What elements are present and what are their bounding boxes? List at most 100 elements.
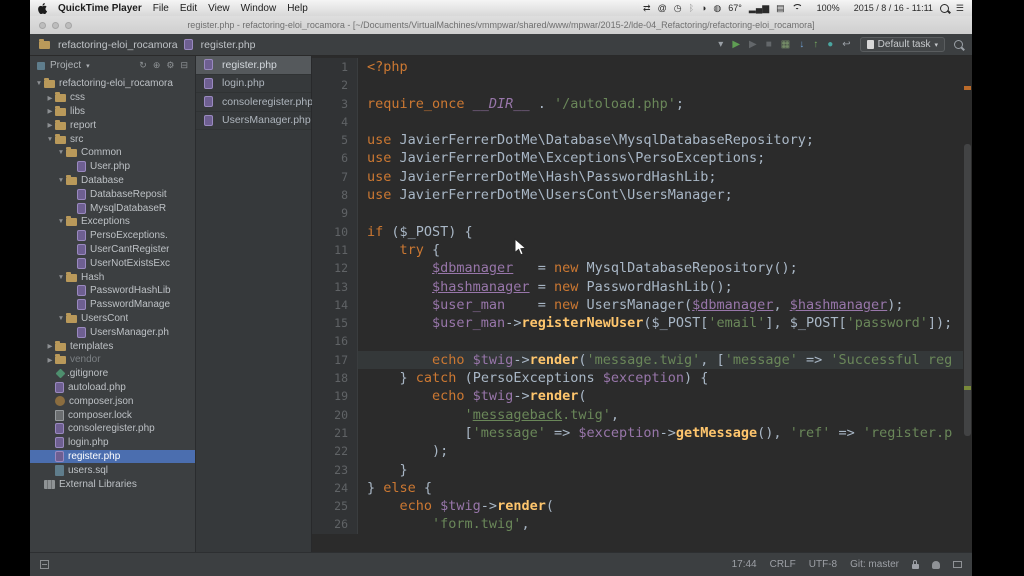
tree-item-database[interactable]: ▼Database [30,174,195,188]
tree-item-users-sql[interactable]: users.sql [30,463,195,477]
line-number[interactable]: 9 [312,204,358,222]
code-line[interactable]: 10if ($_POST) { [312,223,963,241]
line-number[interactable]: 1 [312,58,358,76]
tree-item-vendor[interactable]: ▶vendor [30,353,195,367]
line-number[interactable]: 15 [312,314,358,332]
tree-item-external-libraries[interactable]: External Libraries [30,477,195,491]
chevron-right-icon[interactable]: ▶ [45,121,55,129]
tree-item-exceptions[interactable]: ▼Exceptions [30,215,195,229]
datetime[interactable]: 2015 / 8 / 16 - 11:11 [854,3,933,13]
code-line[interactable]: 2 [312,76,963,94]
tree-item-gitignore[interactable]: .gitignore [30,367,195,381]
project-view-dropdown-icon[interactable]: ▾ [86,62,90,70]
tree-item-userscont[interactable]: ▼UsersCont [30,312,195,326]
wifi-icon[interactable] [792,4,803,12]
tree-item-databasereposit[interactable]: DatabaseReposit [30,187,195,201]
editor-scrollbar-thumb[interactable] [964,144,971,436]
chevron-down-icon[interactable]: ▼ [56,177,66,184]
line-number[interactable]: 22 [312,442,358,460]
tab-consoleregister-php[interactable]: consoleregister.php [196,93,311,112]
breadcrumb-item-register-php[interactable]: register.php [184,39,256,51]
undo-button[interactable]: ↩ [842,40,850,50]
locate-button[interactable]: ⊕ [153,60,161,71]
chevron-right-icon[interactable]: ▶ [45,356,55,364]
error-stripe-mark[interactable] [964,86,971,90]
code-line[interactable]: 4 [312,113,963,131]
run-config-dropdown[interactable]: ▾ [718,40,723,50]
update-project-button[interactable]: ↓ [799,40,804,50]
tree-item-refactoring-eloi-rocamora[interactable]: ▼refactoring-eloi_rocamora [30,77,195,91]
tree-item-login-php[interactable]: login.php [30,436,195,450]
breadcrumb-item-refactoring-eloi-rocamora[interactable]: refactoring-eloi_rocamora [39,39,178,51]
debug-button[interactable]: ▶ [749,40,757,50]
readonly-lock-icon[interactable] [912,564,919,569]
commit-button[interactable]: ↑ [813,40,818,50]
tree-item-composer-json[interactable]: composer.json [30,394,195,408]
menu-window[interactable]: Window [241,3,277,14]
chevron-right-icon[interactable]: ▶ [45,94,55,102]
refresh-button[interactable]: ↻ [139,60,147,71]
menu-edit[interactable]: Edit [180,3,197,14]
warning-stripe-mark[interactable] [964,386,971,390]
tree-item-user-php[interactable]: User.php [30,160,195,174]
tree-item-templates[interactable]: ▶templates [30,339,195,353]
code-line[interactable]: 9 [312,204,963,222]
run-button[interactable]: ▶ [732,40,740,50]
line-number[interactable]: 12 [312,259,358,277]
chevron-right-icon[interactable]: ▶ [45,107,55,115]
chevron-down-icon[interactable]: ▼ [34,80,44,87]
tree-item-persoexceptions[interactable]: PersoExceptions. [30,229,195,243]
temperature[interactable]: 67° [728,3,742,13]
tab-login-php[interactable]: login.php [196,75,311,94]
line-number[interactable]: 16 [312,332,358,350]
chevron-down-icon[interactable]: ▼ [56,274,66,281]
line-separator[interactable]: CRLF [770,559,796,570]
tree-item-composer-lock[interactable]: composer.lock [30,408,195,422]
code-line[interactable]: 8use JavierFerrerDotMe\UsersCont\UsersMa… [312,186,963,204]
close-window-button[interactable] [39,22,46,29]
tab-usersmanager-php[interactable]: UsersManager.php [196,112,311,131]
code-line[interactable]: 1<?php [312,58,963,76]
vcs-branch[interactable]: Git: master [850,559,899,570]
chevron-down-icon[interactable]: ▼ [56,218,66,225]
menu-list-icon[interactable]: ☰ [956,3,964,13]
code-line[interactable]: 11 try { [312,241,963,259]
code-line[interactable]: 6use JavierFerrerDotMe\Exceptions\PersoE… [312,149,963,167]
code-line[interactable]: 23 } [312,461,963,479]
tree-item-mysqldatabaser[interactable]: MysqlDatabaseR [30,201,195,215]
tree-item-report[interactable]: ▶report [30,118,195,132]
line-number[interactable]: 8 [312,186,358,204]
tree-item-passwordmanage[interactable]: PasswordManage [30,298,195,312]
line-number[interactable]: 17 [312,351,358,369]
collapse-all-button[interactable]: ⊟ [180,60,188,71]
code-line[interactable]: 18 } catch (PersoExceptions $exception) … [312,369,963,387]
swap-icon[interactable]: ⇄ [643,3,651,13]
code-line[interactable]: 5use JavierFerrerDotMe\Database\MysqlDat… [312,131,963,149]
code-line[interactable]: 24} else { [312,479,963,497]
line-number[interactable]: 3 [312,95,358,113]
settings-button[interactable]: ⚙ [166,60,174,71]
line-number[interactable]: 2 [312,76,358,94]
window-title-bar[interactable]: register.php - refactoring-eloi_rocamora… [30,16,972,34]
tree-item-css[interactable]: ▶css [30,91,195,105]
bluetooth-icon[interactable]: ᛒ [689,3,694,13]
tree-item-usercantregister[interactable]: UserCantRegister [30,243,195,257]
signal-bars-icon[interactable]: ▂▄▆ [749,3,769,13]
at-icon[interactable]: @ [658,3,667,13]
menu-help[interactable]: Help [287,3,308,14]
code-line[interactable]: 22 ); [312,442,963,460]
line-number[interactable]: 24 [312,479,358,497]
keyboard-icon[interactable]: ▤ [776,3,785,13]
tree-item-usernotexistsexc[interactable]: UserNotExistsExc [30,256,195,270]
code-line[interactable]: 13 $hashmanager = new PasswordHashLib(); [312,278,963,296]
caret-position[interactable]: 17:44 [732,559,757,570]
tree-item-usersmanager-ph[interactable]: UsersManager.ph [30,325,195,339]
tree-item-libs[interactable]: ▶libs [30,105,195,119]
tree-item-consoleregister-php[interactable]: consoleregister.php [30,422,195,436]
line-number[interactable]: 10 [312,223,358,241]
line-number[interactable]: 4 [312,113,358,131]
tree-item-autoload-php[interactable]: autoload.php [30,381,195,395]
line-number[interactable]: 21 [312,424,358,442]
line-number[interactable]: 25 [312,497,358,515]
chevron-down-icon[interactable]: ▼ [56,149,66,156]
